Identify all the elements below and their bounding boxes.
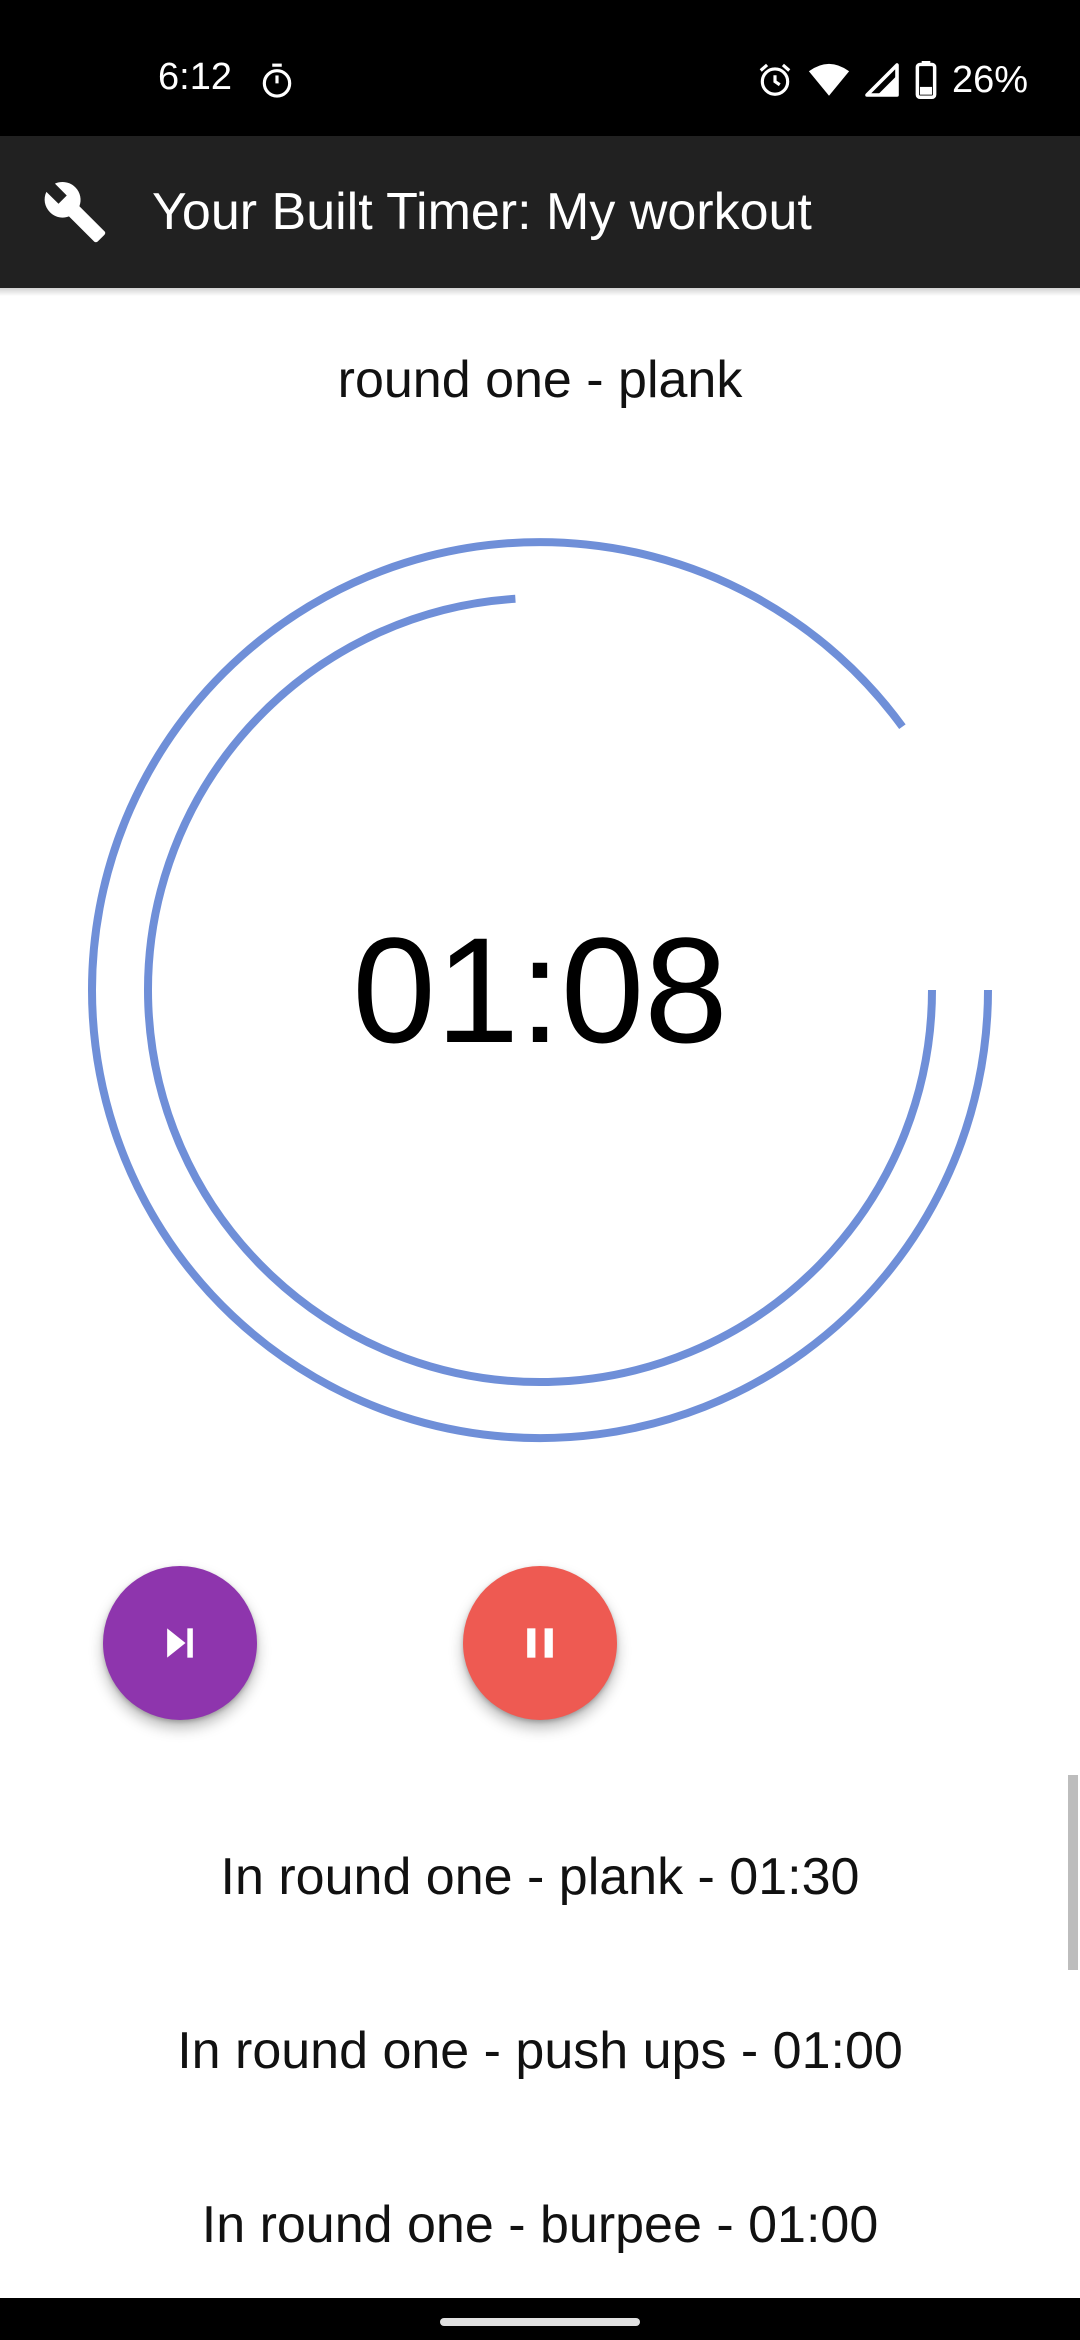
status-time: 6:12 [158, 56, 232, 98]
list-item[interactable]: In round one - push ups - 01:00 [0, 1964, 1080, 2138]
list-item[interactable]: In round one - burpee - 01:00 [0, 2138, 1080, 2312]
app-bar-shadow [0, 288, 1080, 296]
remaining-time: 01:08 [352, 906, 728, 1074]
scrollbar[interactable] [1068, 1775, 1078, 1970]
battery-icon [915, 61, 937, 99]
round-list: In round one - plank - 01:30 In round on… [0, 1790, 1080, 2312]
skip-button[interactable] [103, 1566, 257, 1720]
skip-next-icon [167, 1628, 193, 1658]
pause-button[interactable] [463, 1566, 617, 1720]
current-round-label: round one - plank [337, 351, 743, 409]
pause-icon [527, 1628, 553, 1658]
status-icons: 26% [756, 60, 1028, 100]
app-bar: Your Built Timer: My workout [0, 136, 1080, 288]
list-item[interactable]: In round one - plank - 01:30 [0, 1790, 1080, 1964]
alarm-icon [759, 63, 791, 96]
battery-percent: 26% [951, 59, 1028, 101]
status-bar: 6:12 26% [0, 0, 1080, 136]
wifi-icon [808, 63, 850, 96]
home-handle[interactable] [440, 2318, 640, 2326]
timer-icon [262, 63, 292, 98]
signal-icon [865, 63, 899, 97]
wrench-icon[interactable] [42, 179, 108, 245]
app-title: Your Built Timer: My workout [152, 183, 812, 241]
